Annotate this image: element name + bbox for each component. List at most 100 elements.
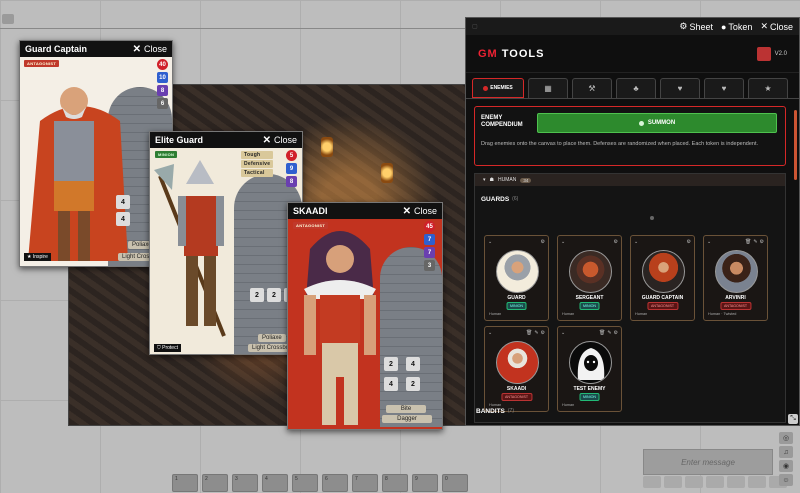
weapon-poliaxe-button[interactable]: Poliaxe bbox=[258, 334, 286, 342]
hotbar-slot[interactable]: 9 bbox=[412, 474, 438, 492]
window-titlebar[interactable]: ▢ ⚙ Sheet ● Token ✕ Close bbox=[466, 18, 799, 35]
close-button[interactable]: ✕ Close bbox=[133, 44, 167, 55]
edit-icon[interactable]: ✎ bbox=[753, 239, 757, 245]
edit-icon[interactable]: ✎ bbox=[607, 330, 611, 336]
scrollbar[interactable] bbox=[794, 110, 797, 180]
card-header[interactable]: Guard Captain ✕ Close bbox=[20, 41, 172, 57]
compendium-title: ENEMY COMPENDIUM bbox=[481, 115, 523, 128]
chat-message-input[interactable]: Enter message bbox=[643, 449, 773, 475]
card-header[interactable]: Elite Guard ✕ Close bbox=[150, 132, 302, 148]
die[interactable]: 4 bbox=[116, 195, 130, 209]
enemy-card[interactable]: ⌄ 🗑 ✎ ⚙ ARVINRI ANTAGONIST Human · Twisted bbox=[703, 235, 768, 321]
die[interactable]: 4 bbox=[406, 357, 420, 371]
settings-icon[interactable]: ⚙ bbox=[541, 330, 545, 336]
card-actions[interactable]: 🗑 ✎ ⚙ bbox=[599, 330, 618, 336]
globe-icon[interactable]: ◎ bbox=[779, 432, 793, 444]
close-button[interactable]: ✕ Close bbox=[760, 21, 793, 32]
settings-icon[interactable]: ⚙ bbox=[687, 239, 691, 245]
hotbar-slot[interactable]: 0 bbox=[442, 474, 468, 492]
chevron-down-icon[interactable]: ⌄ bbox=[634, 239, 638, 245]
token-button[interactable]: ● Token bbox=[721, 22, 752, 32]
chevron-down-icon[interactable]: ⌄ bbox=[561, 330, 565, 336]
die[interactable]: 4 bbox=[116, 212, 130, 226]
settings-icon[interactable]: ⚙ bbox=[541, 239, 545, 245]
enemy-card[interactable]: ⌄ ⚙ GUARD CAPTAIN ANTAGONIST Human bbox=[630, 235, 695, 321]
tab-starred[interactable]: ★ bbox=[748, 78, 788, 98]
sheet-button[interactable]: ⚙ Sheet bbox=[679, 21, 713, 32]
enemy-card[interactable]: ⌄ ⚙ SERGEANT MINION Human bbox=[557, 235, 622, 321]
hotbar-slot[interactable]: 1 bbox=[172, 474, 198, 492]
die[interactable]: 4 bbox=[384, 377, 398, 391]
card-actions[interactable]: 🗑 ✎ ⚙ bbox=[745, 239, 764, 245]
lantern-icon bbox=[321, 137, 333, 157]
group-header-human[interactable]: ▾ ☗ HUMAN 34 bbox=[475, 174, 785, 186]
close-button[interactable]: ✕ Close bbox=[263, 135, 297, 146]
ability-protect[interactable]: ⛉ Protect bbox=[154, 344, 181, 352]
resize-handle-icon[interactable]: ⤡ bbox=[788, 414, 798, 424]
weapon-dagger-button[interactable]: Dagger bbox=[382, 415, 432, 423]
gm-tools-title: GM TOOLS bbox=[478, 47, 545, 60]
bell-icon[interactable]: ♫ bbox=[779, 446, 793, 458]
trash-icon[interactable]: 🗑 bbox=[745, 239, 751, 245]
eye-icon[interactable]: ◉ bbox=[779, 460, 793, 472]
gm-tools-window[interactable]: ▢ ⚙ Sheet ● Token ✕ Close GM TOOLS V2.0 ENE… bbox=[465, 17, 800, 426]
hotbar-slot[interactable]: 2 bbox=[202, 474, 228, 492]
roll-button[interactable] bbox=[685, 476, 703, 488]
die[interactable]: 2 bbox=[384, 357, 398, 371]
type-badge: MINION bbox=[155, 151, 178, 158]
edit-icon[interactable]: ✎ bbox=[534, 330, 538, 336]
window-actions: ⚙ Sheet ● Token ✕ Close bbox=[679, 21, 793, 32]
chevron-down-icon[interactable]: ⌄ bbox=[488, 239, 492, 245]
hotbar-slot[interactable]: 7 bbox=[352, 474, 378, 492]
stat-column: 40 10 8 6 bbox=[157, 59, 168, 109]
roll-button[interactable] bbox=[643, 476, 661, 488]
roll-button[interactable] bbox=[748, 476, 766, 488]
tab-enemies[interactable]: ENEMIES bbox=[472, 78, 524, 98]
weapon-bite-button[interactable]: Bite bbox=[386, 405, 426, 413]
settings-icon[interactable]: ⚙ bbox=[614, 330, 618, 336]
enemy-card[interactable]: ⌄ 🗑 ✎ ⚙ TEST ENEMY MINION Human bbox=[557, 326, 622, 412]
enemy-card[interactable]: ⌄ 🗑 ✎ ⚙ SKAADI ANTAGONIST Human bbox=[484, 326, 549, 412]
hotbar-slot[interactable]: 6 bbox=[322, 474, 348, 492]
tab-tools[interactable]: ⚒ bbox=[572, 78, 612, 98]
roll-button[interactable] bbox=[727, 476, 745, 488]
enemy-type-badge: MINION bbox=[579, 302, 600, 310]
character-card-elite-guard[interactable]: Elite Guard ✕ Close MINION Tough Defensiv… bbox=[149, 131, 303, 355]
enemy-card[interactable]: ⌄ ⚙ GUARD MINION Human bbox=[484, 235, 549, 321]
enemy-name: SERGEANT bbox=[575, 295, 604, 301]
character-card-skaadi[interactable]: SKAADI ✕Close ANTAGONIST 45 7 7 3 2 4 4 bbox=[287, 202, 443, 430]
hotbar-slot[interactable]: 3 bbox=[232, 474, 258, 492]
settings-icon[interactable]: ⚙ bbox=[760, 239, 764, 245]
die[interactable]: 2 bbox=[250, 288, 264, 302]
tab-loot[interactable]: ♣ bbox=[616, 78, 656, 98]
summon-button[interactable]: SUMMON bbox=[537, 113, 777, 133]
user-icon[interactable]: ☺ bbox=[779, 474, 793, 486]
close-button[interactable]: ✕ Close bbox=[403, 206, 437, 217]
die[interactable]: 2 bbox=[267, 288, 281, 302]
section-bandits[interactable]: BANDITS (7) bbox=[476, 408, 514, 415]
card-title: Elite Guard bbox=[155, 135, 204, 145]
close-icon: ✕ bbox=[760, 21, 768, 31]
hotbar-slot[interactable]: 8 bbox=[382, 474, 408, 492]
ability-inspire[interactable]: ★ Inspire bbox=[24, 253, 51, 261]
macro-hotbar: 1 2 3 4 5 6 7 8 9 0 bbox=[172, 474, 468, 492]
collapse-toggle[interactable] bbox=[2, 14, 14, 24]
tab-favorites[interactable]: ♥ bbox=[660, 78, 700, 98]
card-header[interactable]: SKAADI ✕ Close bbox=[288, 203, 442, 219]
roll-button[interactable] bbox=[706, 476, 724, 488]
card-actions[interactable]: 🗑 ✎ ⚙ bbox=[526, 330, 545, 336]
chevron-down-icon[interactable]: ⌄ bbox=[488, 330, 492, 336]
hotbar-slot[interactable]: 5 bbox=[292, 474, 318, 492]
trash-icon[interactable]: 🗑 bbox=[526, 330, 532, 336]
roll-button[interactable] bbox=[664, 476, 682, 488]
hotbar-slot[interactable]: 4 bbox=[262, 474, 288, 492]
chevron-down-icon[interactable]: ⌄ bbox=[561, 239, 565, 245]
tab-health[interactable]: ♥ bbox=[704, 78, 744, 98]
trash-icon[interactable]: 🗑 bbox=[599, 330, 605, 336]
chevron-down-icon[interactable]: ⌄ bbox=[707, 239, 711, 245]
settings-icon[interactable]: ⚙ bbox=[614, 239, 618, 245]
die[interactable]: 2 bbox=[406, 377, 420, 391]
tab-map[interactable]: ▦ bbox=[528, 78, 568, 98]
tab-bar: ENEMIES ▦ ⚒ ♣ ♥ ♥ ★ bbox=[472, 78, 788, 98]
hp-stat: 5 bbox=[286, 150, 297, 161]
